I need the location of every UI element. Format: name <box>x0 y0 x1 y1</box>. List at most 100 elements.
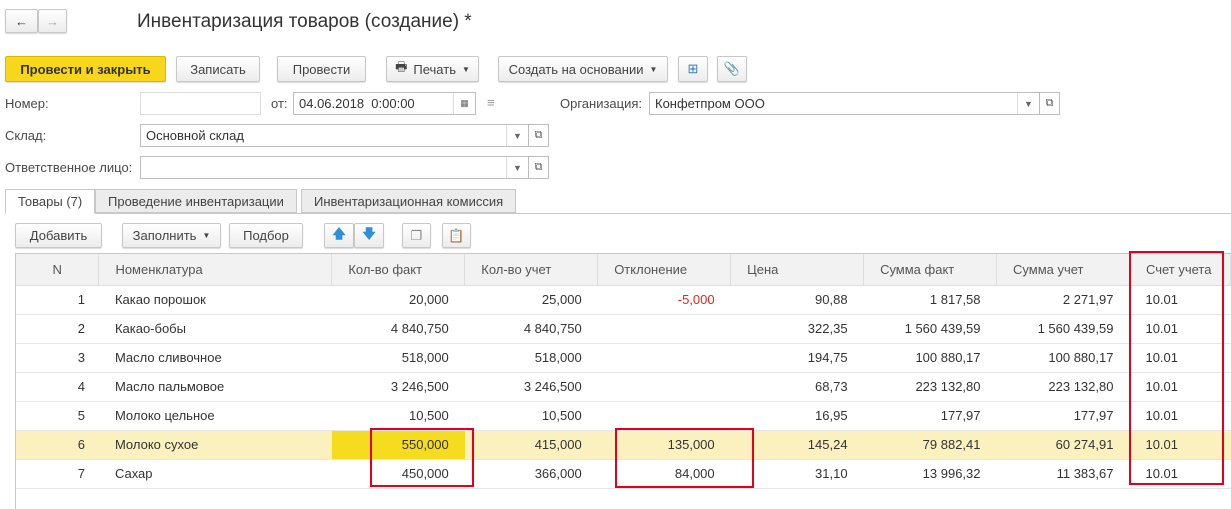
printer-icon: 🖶 <box>395 59 408 74</box>
print-button[interactable]: 🖶 Печать ▼ <box>386 56 479 82</box>
number-label: Номер: <box>5 96 49 111</box>
copy-icon: ❐ <box>410 227 423 243</box>
header-col-sum-fact[interactable]: Сумма факт <box>863 254 998 286</box>
date-value: 04.06.2018 0:00:00 <box>299 96 415 111</box>
cell-sum-book: 177,97 <box>996 401 1130 431</box>
table-row[interactable]: 3 Масло сливочное 518,000 518,000 194,75 100 … <box>16 343 1231 373</box>
header-col-item[interactable]: Номенклатура <box>98 254 333 286</box>
cell-qty-book: 415,000 <box>464 430 598 460</box>
copy-button[interactable]: ❐ <box>402 223 431 248</box>
open-icon[interactable]: ⧉ <box>1040 92 1060 115</box>
cell-sum-book: 100 880,17 <box>996 343 1130 373</box>
chevron-down-icon[interactable]: ▼ <box>506 157 528 178</box>
cell-item: Сахар <box>98 459 332 489</box>
cell-sum-book: 1 560 439,59 <box>996 314 1130 344</box>
cell-sum-fact: 223 132,80 <box>863 372 997 402</box>
organization-value: Конфетпром ООО <box>655 96 765 111</box>
chevron-down-icon: ▼ <box>649 64 658 74</box>
cell-qty-book: 4 840,750 <box>464 314 598 344</box>
move-up-button[interactable]: 🡅 <box>324 223 354 248</box>
cell-price: 68,73 <box>730 372 864 402</box>
cell-qty-fact: 3 246,500 <box>331 372 465 402</box>
cell-qty-book: 366,000 <box>464 459 598 489</box>
calendar-icon[interactable]: ▦ <box>453 93 475 114</box>
header-col-qty-fact[interactable]: Кол-во факт <box>331 254 466 286</box>
person-label: Ответственное лицо: <box>5 160 133 175</box>
fill-label: Заполнить <box>132 228 197 243</box>
warehouse-label: Склад: <box>5 128 47 143</box>
cell-n: 6 <box>16 430 99 460</box>
table-row[interactable]: 1 Какао порошок 20,000 25,000 -5,000 90,88 1 8… <box>16 285 1231 315</box>
add-button[interactable]: Добавить <box>15 223 102 248</box>
chevron-down-icon[interactable]: ▼ <box>1017 93 1039 114</box>
create-based-label: Создать на основании <box>508 61 644 77</box>
table-row[interactable]: 2 Какао-бобы 4 840,750 4 840,750 322,35 1 560… <box>16 314 1231 344</box>
cell-n: 1 <box>16 285 99 315</box>
attach-button[interactable]: 📎 <box>717 56 747 82</box>
number-input[interactable] <box>140 92 261 115</box>
fill-button[interactable]: Заполнить ▼ <box>122 223 221 248</box>
arrow-left-icon: ← <box>15 13 28 29</box>
cell-sum-book: 223 132,80 <box>996 372 1130 402</box>
move-down-button[interactable]: 🡇 <box>354 223 384 248</box>
table-header: N Номенклатура Кол-во факт Кол-во учет Откло… <box>16 254 1231 286</box>
table-row[interactable]: 4 Масло пальмовое 3 246,500 3 246,500 68,73 2… <box>16 372 1231 402</box>
date-input[interactable]: 04.06.2018 0:00:00 ▦ <box>293 92 476 115</box>
cell-qty-book: 25,000 <box>464 285 598 315</box>
open-icon[interactable]: ⧉ <box>529 156 549 179</box>
person-input[interactable]: ▼ <box>140 156 529 179</box>
cell-item: Молоко сухое <box>98 430 332 460</box>
cell-deviation: -5,000 <box>597 285 731 315</box>
highlight-box-deviation <box>615 428 754 488</box>
forward-button[interactable]: → <box>38 9 67 33</box>
cell-price: 194,75 <box>730 343 864 373</box>
cell-qty-book: 3 246,500 <box>464 372 598 402</box>
post-button[interactable]: Провести <box>277 56 366 82</box>
cell-sum-fact: 1 817,58 <box>863 285 997 315</box>
table-row[interactable]: 5 Молоко цельное 10,500 10,500 16,95 177,97 17… <box>16 401 1231 431</box>
back-button[interactable]: ← <box>5 9 38 33</box>
open-icon[interactable]: ⧉ <box>529 124 549 147</box>
header-col-sum-book[interactable]: Сумма учет <box>996 254 1130 286</box>
tab-inventory-posting[interactable]: Проведение инвентаризации <box>95 189 297 213</box>
cell-n: 2 <box>16 314 99 344</box>
paperclip-icon: 📎 <box>723 61 741 76</box>
chevron-down-icon: ▼ <box>202 231 211 240</box>
tab-divider <box>5 213 1231 214</box>
arrow-up-icon: 🡅 <box>332 225 346 241</box>
cell-qty-fact: 20,000 <box>331 285 465 315</box>
create-based-on-button[interactable]: Создать на основании ▼ <box>498 56 668 82</box>
structure-button[interactable]: ⊞ <box>678 56 708 82</box>
cell-qty-book: 518,000 <box>464 343 598 373</box>
chevron-down-icon: ▼ <box>461 64 470 74</box>
header-col-price[interactable]: Цена <box>730 254 865 286</box>
post-and-close-button[interactable]: Провести и закрыть <box>5 56 166 82</box>
pick-button[interactable]: Подбор <box>229 223 303 248</box>
paste-button[interactable]: 📋 <box>442 223 471 248</box>
cell-price: 16,95 <box>730 401 864 431</box>
organization-input[interactable]: Конфетпром ООО ▼ <box>649 92 1040 115</box>
print-label: Печать <box>413 61 456 77</box>
cell-item: Молоко цельное <box>98 401 332 431</box>
cell-sum-fact: 79 882,41 <box>863 430 997 460</box>
header-col-deviation[interactable]: Отклонение <box>597 254 732 286</box>
tab-goods[interactable]: Товары (7) <box>5 189 96 214</box>
hierarchy-icon: ⊞ <box>687 61 699 76</box>
cell-sum-book: 11 383,67 <box>996 459 1130 489</box>
tab-inventory-commission[interactable]: Инвентаризационная комиссия <box>301 189 517 213</box>
save-button[interactable]: Записать <box>176 56 260 82</box>
warehouse-input[interactable]: Основной склад ▼ <box>140 124 529 147</box>
comment-icon[interactable]: ≡ <box>487 95 495 110</box>
cell-item: Какао-бобы <box>98 314 332 344</box>
arrow-down-icon: 🡇 <box>362 225 376 241</box>
cell-deviation <box>597 372 731 402</box>
cell-sum-fact: 1 560 439,59 <box>863 314 997 344</box>
cell-sum-book: 2 271,97 <box>996 285 1130 315</box>
header-col-qty-book[interactable]: Кол-во учет <box>464 254 599 286</box>
cell-price: 90,88 <box>730 285 864 315</box>
cell-sum-book: 60 274,91 <box>996 430 1130 460</box>
chevron-down-icon[interactable]: ▼ <box>506 125 528 146</box>
highlight-box-qty-fact <box>370 428 474 487</box>
cell-n: 7 <box>16 459 99 489</box>
header-col-n[interactable]: N <box>16 254 100 286</box>
